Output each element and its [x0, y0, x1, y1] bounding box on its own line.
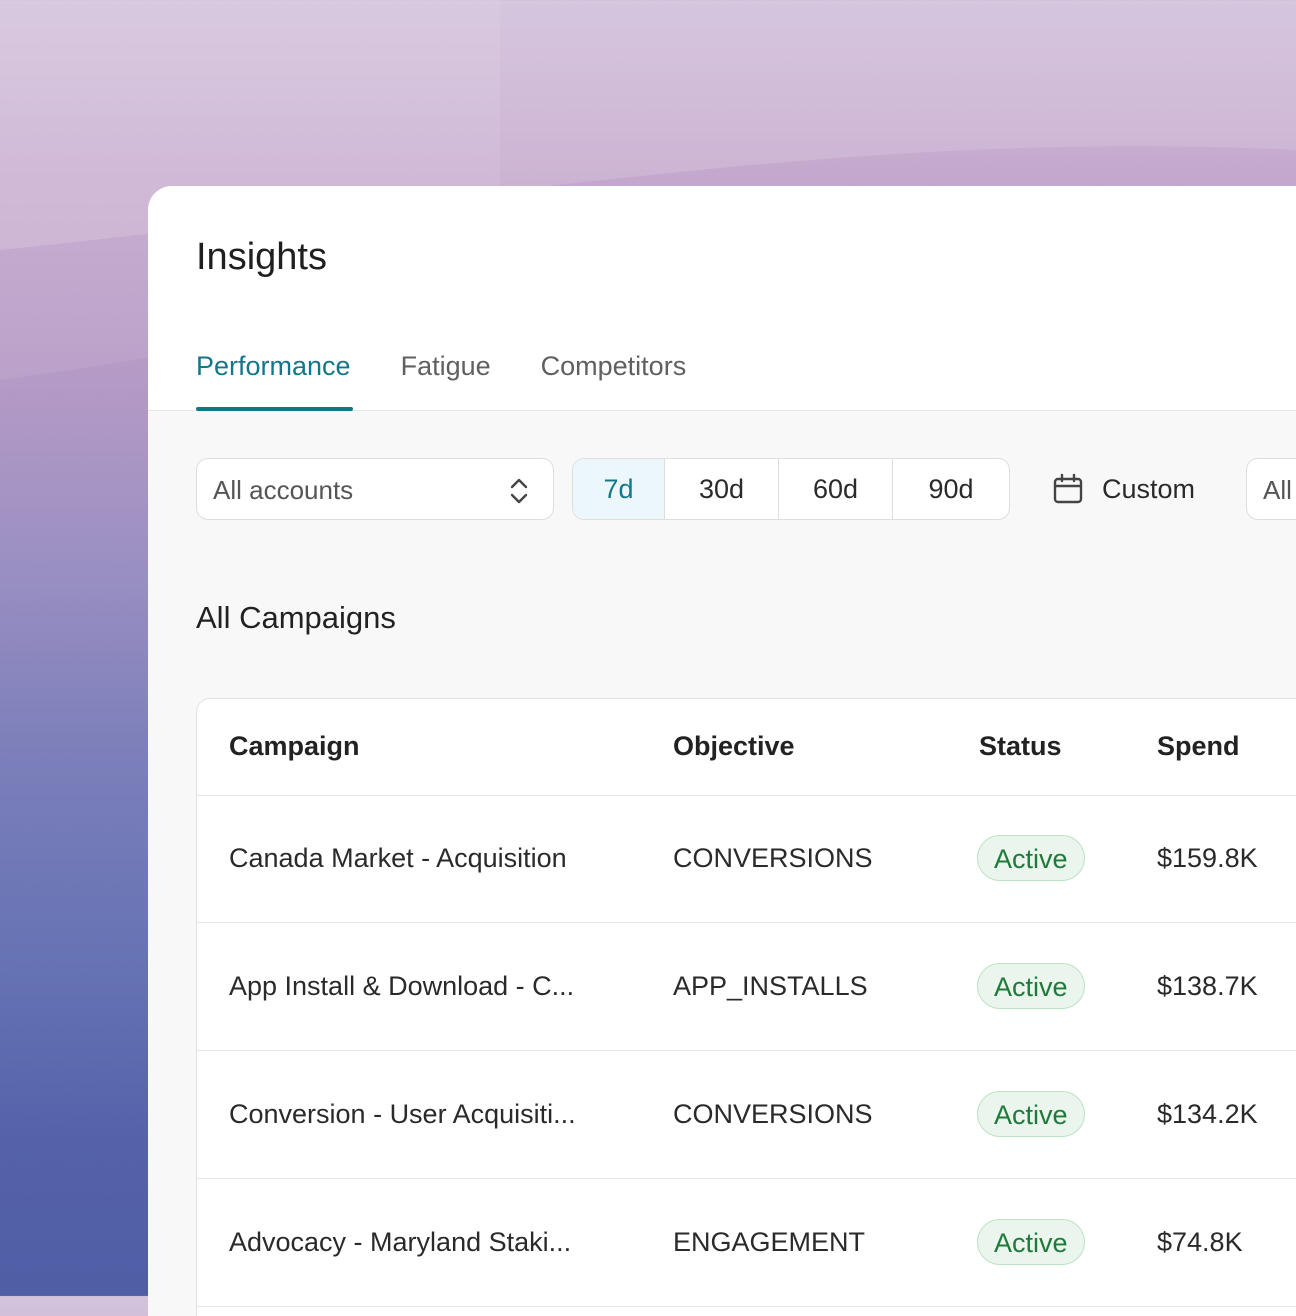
campaign-objective: CONVERSIONS	[673, 843, 873, 873]
campaign-name: Advocacy - Maryland Staki...	[229, 1227, 572, 1257]
campaign-spend: $159.8K	[1157, 843, 1258, 873]
status-badge: Active	[977, 1091, 1085, 1137]
all-filter-value: All	[1263, 475, 1292, 505]
status-badge: Active	[977, 1219, 1085, 1265]
custom-range-button[interactable]: Custom	[1052, 464, 1195, 514]
date-range-toggle: 7d 30d 60d 90d	[572, 458, 1010, 520]
campaign-objective: ENGAGEMENT	[673, 1227, 866, 1257]
campaign-spend: $134.2K	[1157, 1099, 1258, 1129]
all-filter-select[interactable]: All	[1246, 458, 1296, 520]
column-header-status[interactable]: Status	[979, 731, 1062, 762]
range-60d-button[interactable]: 60d	[779, 459, 893, 519]
custom-range-label: Custom	[1102, 473, 1196, 504]
table-row[interactable]: App Install & Download - C... APP_INSTAL…	[197, 923, 1296, 1051]
campaign-objective: CONVERSIONS	[673, 1099, 873, 1129]
campaign-name: Conversion - User Acquisiti...	[229, 1099, 576, 1129]
column-header-spend[interactable]: Spend	[1157, 731, 1240, 762]
campaigns-table: Campaign Objective Status Spend Canada M…	[196, 698, 1296, 1316]
table-row[interactable]: Conversion - User Acquisiti... CONVERSIO…	[197, 1051, 1296, 1179]
column-header-campaign[interactable]: Campaign	[229, 731, 360, 762]
range-30d-button[interactable]: 30d	[665, 459, 779, 519]
tab-fatigue[interactable]: Fatigue	[401, 351, 491, 410]
table-header: Campaign Objective Status Spend	[197, 699, 1296, 796]
range-7d-button[interactable]: 7d	[573, 459, 665, 519]
campaign-spend: $74.8K	[1157, 1227, 1243, 1257]
calendar-icon	[1053, 473, 1083, 504]
tab-bar: Performance Fatigue Competitors	[196, 351, 736, 411]
chevron-up-down-icon	[510, 478, 528, 504]
campaign-objective: APP_INSTALLS	[673, 971, 868, 1001]
status-badge: Active	[977, 835, 1085, 881]
campaign-name: Canada Market - Acquisition	[229, 843, 567, 873]
account-select-value: All accounts	[213, 475, 354, 505]
account-select[interactable]: All accounts	[196, 458, 554, 520]
status-badge: Active	[977, 963, 1085, 1009]
page-header: Insights Performance Fatigue Competitors	[148, 186, 1296, 411]
tab-performance[interactable]: Performance	[196, 351, 353, 411]
campaign-spend: $138.7K	[1157, 971, 1258, 1001]
insights-window: Insights Performance Fatigue Competitors…	[148, 186, 1296, 1316]
column-header-objective[interactable]: Objective	[673, 731, 795, 762]
page-title: Insights	[196, 236, 327, 278]
section-title: All Campaigns	[196, 600, 396, 635]
campaign-name: App Install & Download - C...	[229, 971, 575, 1001]
table-row[interactable]: Canada Market - Acquisition CONVERSIONS …	[197, 795, 1296, 923]
tab-competitors[interactable]: Competitors	[541, 351, 687, 410]
range-90d-button[interactable]: 90d	[893, 459, 1009, 519]
table-row[interactable]: Advocacy - Maryland Staki... ENGAGEMENT …	[197, 1179, 1296, 1307]
